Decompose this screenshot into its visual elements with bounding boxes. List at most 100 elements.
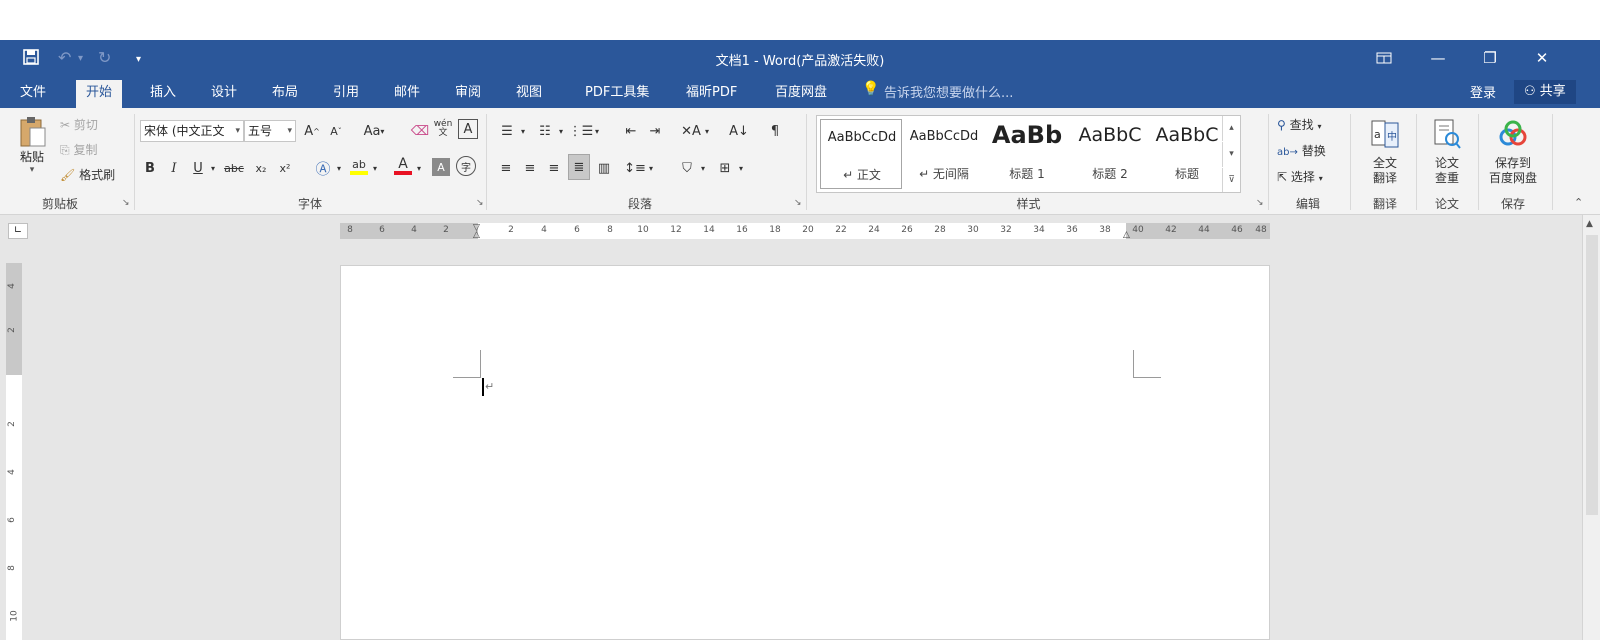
select-button[interactable]: ⇱ 选择 ▾: [1277, 168, 1323, 185]
find-button[interactable]: ⚲ 查找 ▾: [1277, 116, 1321, 133]
clear-formatting-icon[interactable]: ⌫: [410, 119, 430, 143]
chevron-down-icon[interactable]: ▾: [702, 119, 712, 143]
text-effects-icon[interactable]: Ⓐ: [312, 156, 334, 180]
tab-mailings[interactable]: 邮件: [384, 80, 430, 108]
vertical-ruler[interactable]: 4 2 2 4 6 8 10: [6, 263, 22, 640]
phonetic-guide-button[interactable]: wén 文: [432, 117, 454, 141]
tell-me-search[interactable]: 告诉我您想要做什么...: [884, 82, 1013, 101]
chevron-down-icon[interactable]: ▾: [518, 119, 528, 143]
character-shading-button[interactable]: A: [432, 158, 450, 176]
tab-pdf-tools[interactable]: PDF工具集: [575, 80, 659, 108]
superscript-button[interactable]: x²: [276, 156, 294, 180]
style-no-spacing[interactable]: AaBbCcDd ↵ 无间隔: [903, 119, 985, 189]
paste-button[interactable]: 粘贴 ▾: [12, 116, 52, 175]
styles-group-label: 样式: [1016, 197, 1041, 211]
numbering-icon[interactable]: ☷: [534, 119, 556, 143]
vertical-scrollbar[interactable]: ▲: [1582, 215, 1600, 640]
paragraph-launcher-icon[interactable]: ↘: [794, 198, 802, 208]
style-normal[interactable]: AaBbCcDd ↵ 正文: [820, 119, 902, 189]
tab-references[interactable]: 引用: [323, 80, 369, 108]
save-to-baidu-button[interactable]: 保存到 百度网盘: [1478, 116, 1548, 186]
chevron-down-icon[interactable]: ▾: [736, 156, 746, 180]
align-left-icon[interactable]: ≡: [496, 156, 516, 180]
strikethrough-button[interactable]: abc: [222, 156, 246, 180]
style-heading-1[interactable]: AaBb 标题 1: [986, 119, 1068, 189]
scroll-up-icon[interactable]: ▲: [1586, 219, 1593, 229]
shading-icon[interactable]: ⛉: [676, 156, 698, 180]
gallery-more-icon[interactable]: ⊽: [1222, 168, 1240, 192]
copy-button[interactable]: ⎘ 复制: [60, 141, 97, 158]
tab-baidu-netdisk[interactable]: 百度网盘: [765, 80, 837, 108]
underline-dropdown-icon[interactable]: ▾: [208, 156, 218, 180]
multilevel-list-icon[interactable]: ⋮☰: [569, 119, 594, 143]
chinese-layout-icon[interactable]: ✕A: [680, 119, 702, 143]
document-page[interactable]: [340, 265, 1270, 640]
cut-button[interactable]: ✂ 剪切: [60, 116, 98, 133]
tab-file[interactable]: 文件: [10, 80, 56, 108]
justify-icon[interactable]: ≣: [568, 154, 590, 180]
style-heading-2[interactable]: AaBbC 标题 2: [1069, 119, 1151, 189]
tab-design[interactable]: 设计: [201, 80, 247, 108]
distributed-icon[interactable]: ▥: [594, 156, 614, 180]
clipboard-launcher-icon[interactable]: ↘: [122, 198, 130, 208]
restore-icon[interactable]: ❐: [1464, 40, 1516, 76]
replace-icon: ab→: [1277, 147, 1298, 158]
decrease-indent-icon[interactable]: ⇤: [620, 119, 642, 143]
ribbon-display-options-icon[interactable]: [1358, 40, 1410, 76]
thesis-check-button[interactable]: 论文 查重: [1418, 116, 1476, 186]
character-border-button[interactable]: A: [458, 119, 478, 139]
tab-layout[interactable]: 布局: [262, 80, 308, 108]
tab-home[interactable]: 开始: [76, 80, 123, 108]
styles-launcher-icon[interactable]: ↘: [1256, 198, 1264, 208]
replace-button[interactable]: ab→ 替换: [1277, 142, 1326, 159]
chevron-down-icon[interactable]: ▾: [370, 156, 380, 180]
format-painter-button[interactable]: 🖌 格式刷: [60, 166, 115, 183]
align-center-icon[interactable]: ≡: [520, 156, 540, 180]
gallery-down-icon[interactable]: ▾: [1222, 142, 1240, 167]
font-size-combo[interactable]: 五号 ▾: [244, 120, 296, 142]
highlight-button[interactable]: ab: [348, 154, 370, 178]
shrink-font-icon[interactable]: Aˇ: [326, 119, 346, 143]
collapse-ribbon-icon[interactable]: ⌃: [1574, 196, 1583, 209]
chevron-down-icon[interactable]: ▾: [592, 119, 602, 143]
sort-icon[interactable]: A↓: [728, 119, 750, 143]
right-indent-icon[interactable]: △: [1123, 230, 1130, 240]
increase-indent-icon[interactable]: ⇥: [644, 119, 666, 143]
chevron-down-icon[interactable]: ▾: [698, 156, 708, 180]
tab-review[interactable]: 审阅: [445, 80, 491, 108]
horizontal-ruler[interactable]: ▽ △ △ 8 6 4 2 2 4 6 8 10 12 14 16 18 20 …: [340, 223, 1270, 240]
enclose-characters-button[interactable]: 字: [456, 156, 476, 176]
change-case-button[interactable]: Aa ▾: [357, 119, 391, 143]
chevron-down-icon[interactable]: ▾: [556, 119, 566, 143]
scroll-thumb[interactable]: [1586, 235, 1598, 515]
grow-font-icon[interactable]: A ^: [302, 119, 322, 143]
style-title[interactable]: AaBbC 标题: [1151, 119, 1223, 189]
share-button[interactable]: ⚇ 共享: [1514, 80, 1576, 104]
paste-dropdown-icon[interactable]: ▾: [12, 165, 52, 175]
tab-view[interactable]: 视图: [506, 80, 552, 108]
close-icon[interactable]: ✕: [1516, 40, 1568, 76]
chevron-down-icon[interactable]: ▾: [646, 156, 656, 180]
font-color-button[interactable]: A: [392, 154, 414, 178]
align-right-icon[interactable]: ≡: [544, 156, 564, 180]
chevron-down-icon[interactable]: ▾: [414, 156, 424, 180]
line-spacing-icon[interactable]: ↕≡: [624, 156, 646, 180]
gallery-up-icon[interactable]: ▴: [1222, 116, 1240, 141]
font-name-combo[interactable]: 宋体 (中文正文 ▾: [140, 120, 244, 142]
show-formatting-marks-icon[interactable]: ¶: [764, 119, 786, 143]
tab-insert[interactable]: 插入: [140, 80, 186, 108]
tab-foxit-pdf[interactable]: 福昕PDF: [676, 80, 747, 108]
subscript-button[interactable]: x₂: [252, 156, 270, 180]
bullets-icon[interactable]: ☰: [496, 119, 518, 143]
font-launcher-icon[interactable]: ↘: [476, 198, 484, 208]
login-link[interactable]: 登录: [1470, 82, 1496, 101]
borders-icon[interactable]: ⊞: [714, 156, 736, 180]
underline-button[interactable]: U: [190, 156, 206, 180]
full-text-translate-button[interactable]: a中 全文 翻译: [1356, 116, 1414, 186]
italic-button[interactable]: I: [166, 156, 182, 180]
chevron-down-icon[interactable]: ▾: [334, 156, 344, 180]
hanging-indent-icon[interactable]: △: [473, 230, 480, 240]
bold-button[interactable]: B: [142, 156, 158, 180]
minimize-icon[interactable]: —: [1412, 40, 1464, 76]
tab-selector-icon[interactable]: ∟: [8, 223, 28, 239]
